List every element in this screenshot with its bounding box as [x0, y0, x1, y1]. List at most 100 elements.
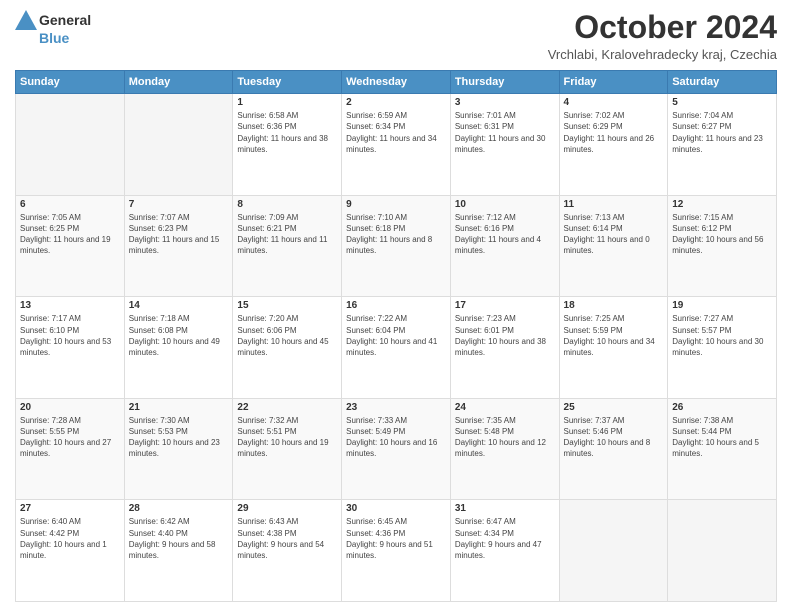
week-row-1: 1 Sunrise: 6:58 AMSunset: 6:36 PMDayligh… — [16, 94, 777, 196]
day-cell-1-6: 12 Sunrise: 7:15 AMSunset: 6:12 PMDaylig… — [668, 195, 777, 297]
day-cell-3-4: 24 Sunrise: 7:35 AMSunset: 5:48 PMDaylig… — [450, 398, 559, 500]
day-number: 5 — [672, 97, 772, 108]
day-info: Sunrise: 7:25 AMSunset: 5:59 PMDaylight:… — [564, 314, 655, 357]
day-cell-4-6 — [668, 500, 777, 602]
day-number: 15 — [237, 300, 337, 311]
day-info: Sunrise: 6:42 AMSunset: 4:40 PMDaylight:… — [129, 517, 216, 560]
day-cell-4-0: 27 Sunrise: 6:40 AMSunset: 4:42 PMDaylig… — [16, 500, 125, 602]
day-number: 23 — [346, 402, 446, 413]
day-info: Sunrise: 6:45 AMSunset: 4:36 PMDaylight:… — [346, 517, 433, 560]
day-number: 17 — [455, 300, 555, 311]
day-cell-1-2: 8 Sunrise: 7:09 AMSunset: 6:21 PMDayligh… — [233, 195, 342, 297]
day-info: Sunrise: 7:13 AMSunset: 6:14 PMDaylight:… — [564, 213, 650, 256]
day-info: Sunrise: 7:15 AMSunset: 6:12 PMDaylight:… — [672, 213, 763, 256]
day-info: Sunrise: 7:04 AMSunset: 6:27 PMDaylight:… — [672, 111, 763, 154]
day-info: Sunrise: 7:38 AMSunset: 5:44 PMDaylight:… — [672, 416, 759, 459]
day-info: Sunrise: 7:12 AMSunset: 6:16 PMDaylight:… — [455, 213, 541, 256]
day-cell-1-0: 6 Sunrise: 7:05 AMSunset: 6:25 PMDayligh… — [16, 195, 125, 297]
day-number: 8 — [237, 199, 337, 210]
logo-blue: Blue — [39, 30, 69, 46]
day-cell-3-1: 21 Sunrise: 7:30 AMSunset: 5:53 PMDaylig… — [124, 398, 233, 500]
day-info: Sunrise: 6:59 AMSunset: 6:34 PMDaylight:… — [346, 111, 437, 154]
day-cell-0-2: 1 Sunrise: 6:58 AMSunset: 6:36 PMDayligh… — [233, 94, 342, 196]
day-cell-2-0: 13 Sunrise: 7:17 AMSunset: 6:10 PMDaylig… — [16, 297, 125, 399]
page: General Blue October 2024 Vrchlabi, Kral… — [0, 0, 792, 612]
day-info: Sunrise: 7:01 AMSunset: 6:31 PMDaylight:… — [455, 111, 546, 154]
day-number: 27 — [20, 503, 120, 514]
day-info: Sunrise: 7:32 AMSunset: 5:51 PMDaylight:… — [237, 416, 328, 459]
header: General Blue October 2024 Vrchlabi, Kral… — [15, 10, 777, 62]
day-number: 31 — [455, 503, 555, 514]
day-cell-0-1 — [124, 94, 233, 196]
col-thursday: Thursday — [450, 71, 559, 94]
location: Vrchlabi, Kralovehradecky kraj, Czechia — [548, 47, 777, 62]
day-cell-0-6: 5 Sunrise: 7:04 AMSunset: 6:27 PMDayligh… — [668, 94, 777, 196]
day-number: 1 — [237, 97, 337, 108]
week-row-2: 6 Sunrise: 7:05 AMSunset: 6:25 PMDayligh… — [16, 195, 777, 297]
day-info: Sunrise: 6:47 AMSunset: 4:34 PMDaylight:… — [455, 517, 542, 560]
day-cell-2-2: 15 Sunrise: 7:20 AMSunset: 6:06 PMDaylig… — [233, 297, 342, 399]
day-info: Sunrise: 6:58 AMSunset: 6:36 PMDaylight:… — [237, 111, 328, 154]
week-row-4: 20 Sunrise: 7:28 AMSunset: 5:55 PMDaylig… — [16, 398, 777, 500]
day-info: Sunrise: 7:27 AMSunset: 5:57 PMDaylight:… — [672, 314, 763, 357]
day-cell-4-3: 30 Sunrise: 6:45 AMSunset: 4:36 PMDaylig… — [342, 500, 451, 602]
day-info: Sunrise: 7:10 AMSunset: 6:18 PMDaylight:… — [346, 213, 432, 256]
logo-icon — [15, 10, 37, 30]
day-cell-2-5: 18 Sunrise: 7:25 AMSunset: 5:59 PMDaylig… — [559, 297, 668, 399]
day-info: Sunrise: 7:09 AMSunset: 6:21 PMDaylight:… — [237, 213, 327, 256]
day-info: Sunrise: 7:20 AMSunset: 6:06 PMDaylight:… — [237, 314, 328, 357]
day-number: 10 — [455, 199, 555, 210]
day-cell-0-5: 4 Sunrise: 7:02 AMSunset: 6:29 PMDayligh… — [559, 94, 668, 196]
col-tuesday: Tuesday — [233, 71, 342, 94]
col-saturday: Saturday — [668, 71, 777, 94]
day-number: 7 — [129, 199, 229, 210]
day-number: 4 — [564, 97, 664, 108]
day-cell-2-6: 19 Sunrise: 7:27 AMSunset: 5:57 PMDaylig… — [668, 297, 777, 399]
day-info: Sunrise: 7:02 AMSunset: 6:29 PMDaylight:… — [564, 111, 655, 154]
day-cell-3-5: 25 Sunrise: 7:37 AMSunset: 5:46 PMDaylig… — [559, 398, 668, 500]
day-cell-1-5: 11 Sunrise: 7:13 AMSunset: 6:14 PMDaylig… — [559, 195, 668, 297]
day-info: Sunrise: 6:40 AMSunset: 4:42 PMDaylight:… — [20, 517, 107, 560]
title-area: October 2024 Vrchlabi, Kralovehradecky k… — [548, 10, 777, 62]
day-info: Sunrise: 7:35 AMSunset: 5:48 PMDaylight:… — [455, 416, 546, 459]
day-cell-1-1: 7 Sunrise: 7:07 AMSunset: 6:23 PMDayligh… — [124, 195, 233, 297]
col-wednesday: Wednesday — [342, 71, 451, 94]
day-number: 30 — [346, 503, 446, 514]
day-cell-1-3: 9 Sunrise: 7:10 AMSunset: 6:18 PMDayligh… — [342, 195, 451, 297]
day-info: Sunrise: 7:18 AMSunset: 6:08 PMDaylight:… — [129, 314, 220, 357]
day-cell-4-1: 28 Sunrise: 6:42 AMSunset: 4:40 PMDaylig… — [124, 500, 233, 602]
month-title: October 2024 — [548, 10, 777, 45]
day-number: 3 — [455, 97, 555, 108]
col-friday: Friday — [559, 71, 668, 94]
week-row-5: 27 Sunrise: 6:40 AMSunset: 4:42 PMDaylig… — [16, 500, 777, 602]
day-info: Sunrise: 7:05 AMSunset: 6:25 PMDaylight:… — [20, 213, 111, 256]
day-number: 18 — [564, 300, 664, 311]
day-number: 11 — [564, 199, 664, 210]
day-info: Sunrise: 6:43 AMSunset: 4:38 PMDaylight:… — [237, 517, 324, 560]
day-cell-4-5 — [559, 500, 668, 602]
day-number: 24 — [455, 402, 555, 413]
day-number: 22 — [237, 402, 337, 413]
day-info: Sunrise: 7:17 AMSunset: 6:10 PMDaylight:… — [20, 314, 111, 357]
col-sunday: Sunday — [16, 71, 125, 94]
day-number: 2 — [346, 97, 446, 108]
day-number: 20 — [20, 402, 120, 413]
day-number: 19 — [672, 300, 772, 311]
col-monday: Monday — [124, 71, 233, 94]
day-number: 14 — [129, 300, 229, 311]
day-info: Sunrise: 7:07 AMSunset: 6:23 PMDaylight:… — [129, 213, 220, 256]
day-cell-4-2: 29 Sunrise: 6:43 AMSunset: 4:38 PMDaylig… — [233, 500, 342, 602]
day-cell-3-0: 20 Sunrise: 7:28 AMSunset: 5:55 PMDaylig… — [16, 398, 125, 500]
day-number: 12 — [672, 199, 772, 210]
day-cell-3-3: 23 Sunrise: 7:33 AMSunset: 5:49 PMDaylig… — [342, 398, 451, 500]
day-cell-4-4: 31 Sunrise: 6:47 AMSunset: 4:34 PMDaylig… — [450, 500, 559, 602]
logo: General Blue — [15, 10, 91, 46]
day-cell-2-1: 14 Sunrise: 7:18 AMSunset: 6:08 PMDaylig… — [124, 297, 233, 399]
day-cell-1-4: 10 Sunrise: 7:12 AMSunset: 6:16 PMDaylig… — [450, 195, 559, 297]
day-number: 28 — [129, 503, 229, 514]
day-info: Sunrise: 7:30 AMSunset: 5:53 PMDaylight:… — [129, 416, 220, 459]
day-number: 16 — [346, 300, 446, 311]
day-number: 6 — [20, 199, 120, 210]
day-cell-0-4: 3 Sunrise: 7:01 AMSunset: 6:31 PMDayligh… — [450, 94, 559, 196]
day-info: Sunrise: 7:23 AMSunset: 6:01 PMDaylight:… — [455, 314, 546, 357]
